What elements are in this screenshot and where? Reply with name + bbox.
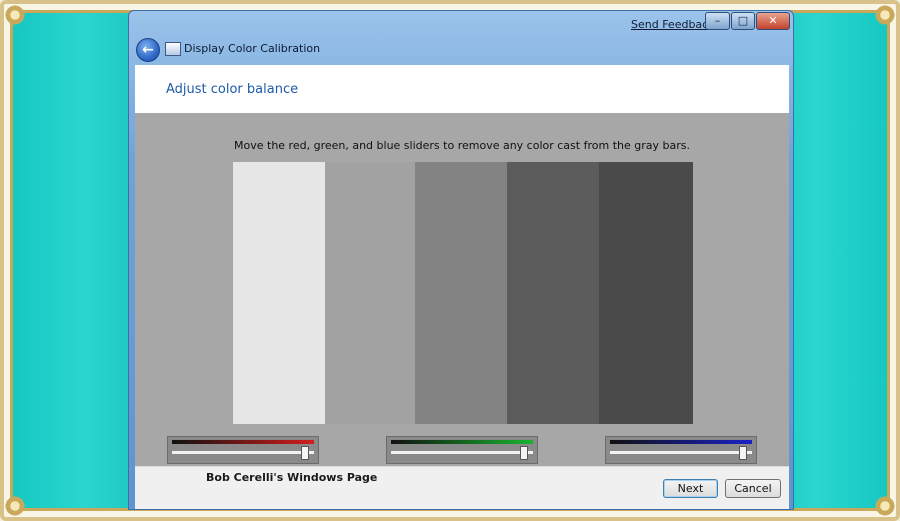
next-button[interactable]: Next	[663, 479, 718, 498]
red-slider-track[interactable]	[172, 451, 314, 454]
blue-channel-line	[610, 440, 752, 444]
blue-slider-track[interactable]	[610, 451, 752, 454]
frame-corner-ornament	[874, 495, 896, 517]
close-button[interactable]: ✕	[756, 12, 790, 30]
green-slider-thumb[interactable]	[520, 446, 528, 460]
frame-corner-ornament	[4, 495, 26, 517]
display-calibration-icon	[165, 42, 181, 56]
instruction-text: Move the red, green, and blue sliders to…	[234, 139, 690, 152]
gray-bar	[415, 162, 507, 424]
title-bar: ← Display Color Calibration Send Feedbac…	[129, 11, 793, 65]
green-channel-line	[391, 440, 533, 444]
page-title: Adjust color balance	[166, 82, 299, 97]
frame-corner-ornament	[874, 4, 896, 26]
wizard-content: Adjust color balance Move the red, green…	[135, 65, 789, 509]
green-slider[interactable]	[386, 436, 538, 464]
gray-bar	[325, 162, 415, 424]
minimize-button[interactable]: –	[705, 12, 730, 30]
window-title: Display Color Calibration	[184, 42, 321, 55]
calibration-window: ← Display Color Calibration Send Feedbac…	[128, 10, 794, 510]
red-slider[interactable]	[167, 436, 319, 464]
cancel-button[interactable]: Cancel	[725, 479, 781, 498]
wizard-footer: Bob Cerelli's Windows Page Next Cancel	[135, 466, 789, 509]
red-slider-thumb[interactable]	[301, 446, 309, 460]
gray-bar	[233, 162, 325, 424]
gray-bar	[507, 162, 599, 424]
red-channel-line	[172, 440, 314, 444]
blue-slider-thumb[interactable]	[739, 446, 747, 460]
gray-bars-panel	[233, 162, 693, 424]
back-arrow-icon[interactable]: ←	[136, 38, 160, 62]
green-slider-track[interactable]	[391, 451, 533, 454]
maximize-button[interactable]: □	[731, 12, 755, 30]
page-header: Adjust color balance	[135, 65, 789, 113]
blue-slider[interactable]	[605, 436, 757, 464]
frame-corner-ornament	[4, 4, 26, 26]
gray-bar	[599, 162, 693, 424]
credit-text: Bob Cerelli's Windows Page	[206, 471, 378, 484]
send-feedback-link[interactable]: Send Feedback	[631, 18, 715, 31]
